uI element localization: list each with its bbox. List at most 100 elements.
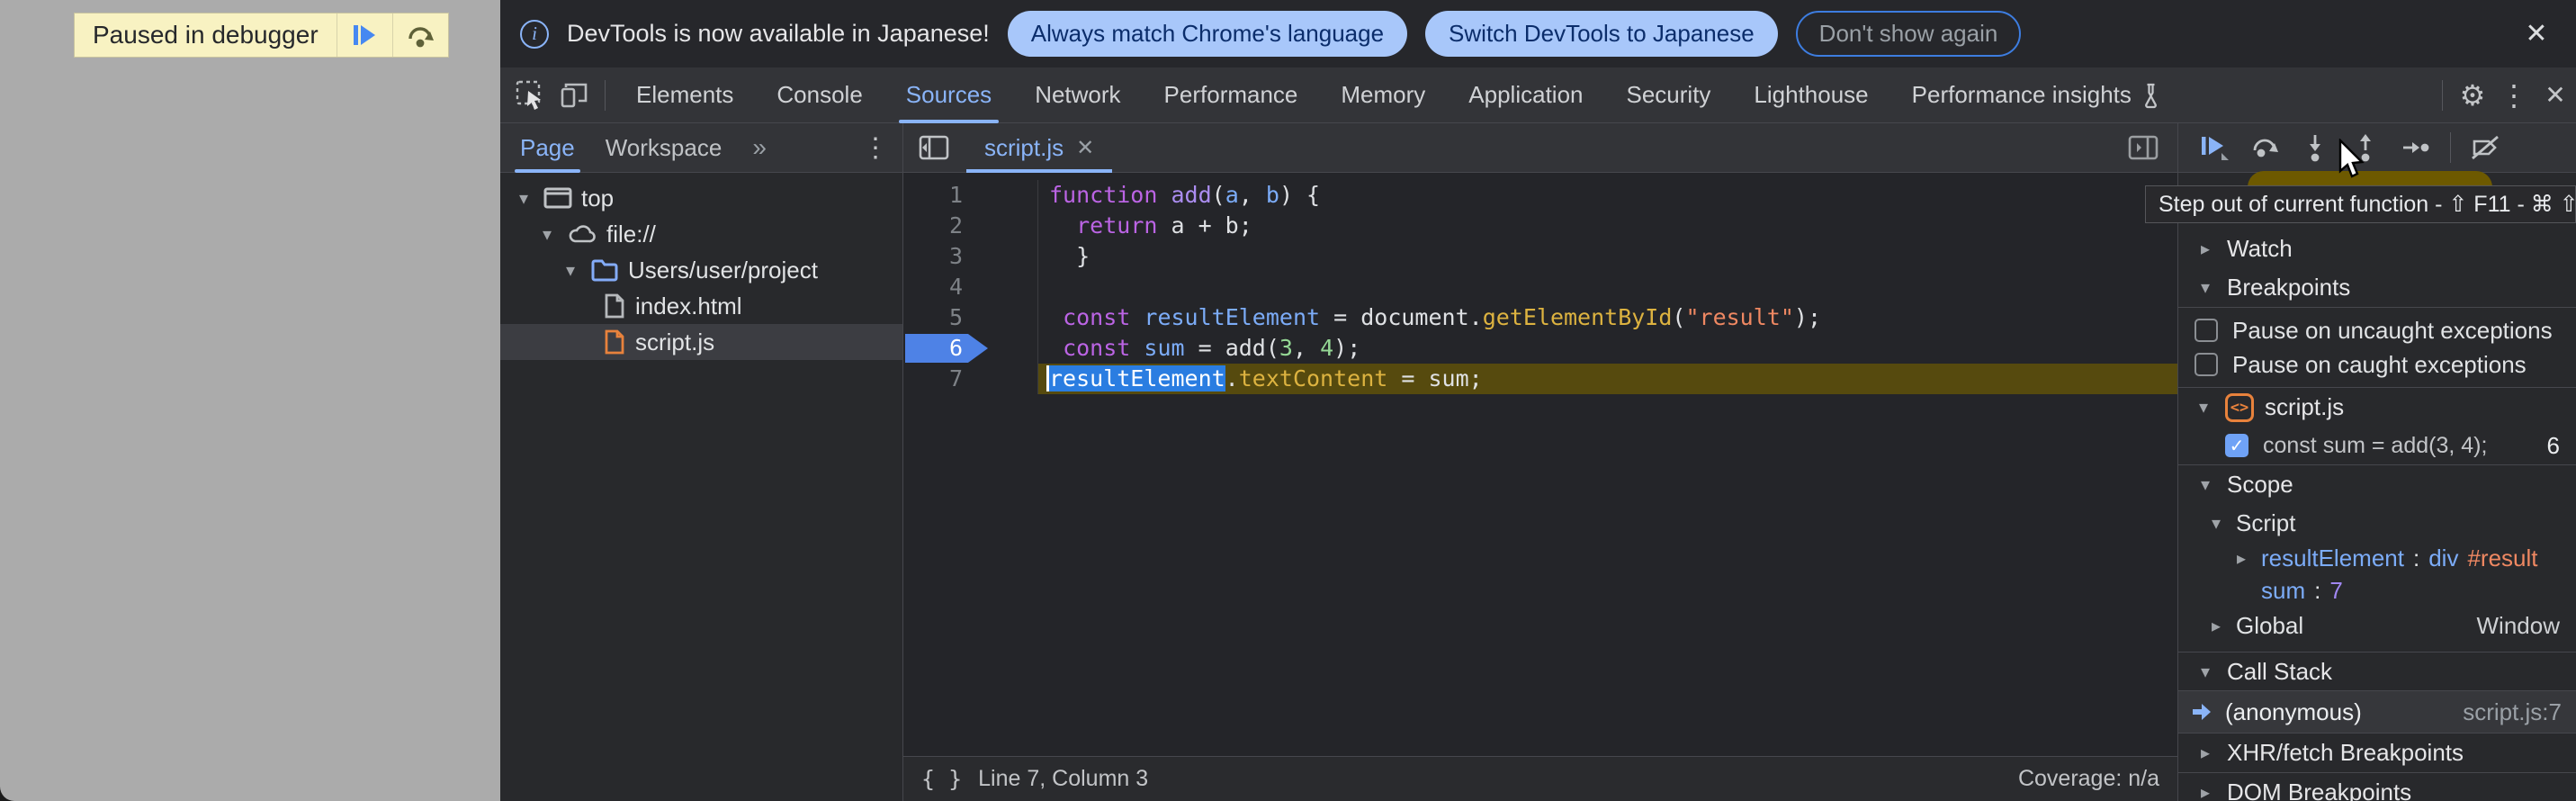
tab-performance[interactable]: Performance [1143,68,1320,123]
tab-security[interactable]: Security [1605,68,1733,123]
tree-item-index-html[interactable]: index.html [500,288,902,324]
code-line[interactable]: 5 const resultElement = document.getElem… [903,302,2177,333]
line-number[interactable]: 4 [903,272,963,302]
pause-on-caught-exceptions-row[interactable]: Pause on caught exceptions [2178,347,2576,382]
tab-page[interactable]: Page [520,123,575,173]
global-value-label: Window [2477,612,2560,640]
scope-global-group[interactable]: ▸ Global Window [2178,607,2576,644]
gutter[interactable]: 5 [903,302,1038,333]
checkbox-checked[interactable]: ✓ [2225,434,2248,457]
show-debugger-sidebar-icon[interactable] [2122,127,2165,168]
section-watch[interactable]: ▸ Watch [2178,229,2576,268]
checkbox-unchecked[interactable] [2195,319,2218,342]
tab-workspace[interactable]: Workspace [606,123,723,173]
code-token: 4 [1320,335,1333,361]
resume-script-button[interactable] [2189,127,2239,168]
code-token: ( [1672,304,1685,330]
line-number[interactable]: 2 [903,211,963,241]
section-breakpoints[interactable]: ▾ Breakpoints [2178,268,2576,308]
tab-sources[interactable]: Sources [884,68,1013,123]
scope-script-group[interactable]: ▾ Script [2178,504,2576,542]
line-number[interactable]: 5 [903,302,963,333]
breakpoint-line-number: 6 [2547,432,2560,460]
line-number[interactable]: 3 [903,241,963,272]
breakpoint-file-group[interactable]: ▾ <> script.js [2178,387,2576,427]
section-dom-breakpoints[interactable]: ▸ DOM Breakpoints [2178,772,2576,801]
navigator-menu-kebab-icon[interactable]: ⋮ [857,132,893,164]
gutter[interactable]: 3 [903,241,1038,272]
more-tabs-chevron-icon[interactable]: » [752,133,767,162]
deactivate-breakpoints-icon[interactable] [2460,127,2510,168]
step-into-button[interactable] [2290,127,2340,168]
editor-tab-strip: script.js ✕ [903,123,2177,173]
gutter[interactable]: 1 [903,180,1038,211]
tab-console[interactable]: Console [755,68,884,123]
breakpoint-entry[interactable]: ✓ const sum = add(3, 4); 6 [2178,427,2576,464]
device-toolbar-icon[interactable] [552,75,596,116]
code-token [1130,304,1144,330]
caret-down-icon: ▾ [2205,512,2227,535]
code-line[interactable]: 1function add(a, b) { [903,180,2177,211]
paused-in-debugger-banner: Paused in debugger [74,13,449,58]
code-line[interactable]: 2 return a + b; [903,211,2177,241]
tree-item-script-js[interactable]: script.js [500,324,902,360]
tree-item-file-protocol[interactable]: ▾ file:// [500,216,902,252]
close-tab-icon[interactable]: ✕ [1076,135,1094,161]
caret-right-icon: ▸ [2230,547,2252,570]
code-token: return [1076,212,1157,238]
section-xhr-breakpoints[interactable]: ▸ XHR/fetch Breakpoints [2178,733,2576,772]
code-token [1049,335,1063,361]
devtools-menu-kebab-icon[interactable]: ⋮ [2493,75,2535,116]
tree-item-project-folder[interactable]: ▾ Users/user/project [500,252,902,288]
notification-close-icon[interactable]: ✕ [2517,18,2556,50]
pause-on-uncaught-exceptions-row[interactable]: Pause on uncaught exceptions [2178,313,2576,347]
call-stack-frame-row[interactable]: (anonymous) script.js:7 [2178,691,2576,733]
gutter[interactable]: 4 [903,272,1038,302]
always-match-language-button[interactable]: Always match Chrome's language [1008,11,1407,57]
step-over-button[interactable] [2239,127,2290,168]
section-scope[interactable]: ▾ Scope [2178,464,2576,504]
inspect-element-icon[interactable] [509,75,552,116]
devtools-close-icon[interactable]: ✕ [2535,75,2576,116]
code-line[interactable]: 4 [903,272,2177,302]
scope-var-sum[interactable]: sum: 7 [2178,574,2576,607]
switch-to-japanese-button[interactable]: Switch DevTools to Japanese [1425,11,1778,57]
checkbox-unchecked[interactable] [2195,353,2218,376]
code-editor[interactable]: 1function add(a, b) {2 return a + b;3 }4… [903,173,2177,756]
pretty-print-icon[interactable]: { } [921,766,962,792]
hide-navigator-icon[interactable] [912,127,956,168]
scope-var-result-element[interactable]: ▸ resultElement: div#result [2178,542,2576,574]
gutter[interactable]: 6 [903,333,1038,364]
current-frame-arrow-icon [2191,702,2212,722]
line-number[interactable]: 6 [903,333,963,364]
debugger-sidebar: ▸ Watch ▾ Breakpoints Pause on uncaught … [2177,123,2576,801]
code-line[interactable]: 3 } [903,241,2177,272]
gutter[interactable]: 7 [903,364,1038,394]
tab-application[interactable]: Application [1447,68,1604,123]
dont-show-again-button[interactable]: Don't show again [1796,11,2022,57]
step-button[interactable] [2391,127,2441,168]
code-token: ); [1794,304,1821,330]
code-token: ) { [1279,182,1320,208]
gutter[interactable]: 2 [903,211,1038,241]
section-call-stack[interactable]: ▾ Call Stack [2178,652,2576,691]
frame-name: (anonymous) [2225,698,2362,726]
flask-icon [2141,82,2164,109]
debugger-toolbar [2178,123,2576,173]
tab-network[interactable]: Network [1013,68,1142,123]
code-line[interactable]: 7resultElement.textContent = sum; [903,364,2177,394]
main-tab-bar: Elements Console Sources Network Perform… [500,68,2576,123]
line-number[interactable]: 7 [903,364,963,394]
code-line[interactable]: 6 const sum = add(3, 4); [903,333,2177,364]
open-file-tab-script-js[interactable]: script.js ✕ [966,123,1112,173]
line-number[interactable]: 1 [903,180,963,211]
js-file-badge-icon: <> [2225,393,2254,422]
step-over-button-banner[interactable] [392,14,448,57]
settings-gear-icon[interactable]: ⚙ [2452,75,2493,116]
tab-memory[interactable]: Memory [1319,68,1447,123]
resume-script-button[interactable] [337,14,392,57]
tab-performance-insights[interactable]: Performance insights [1890,68,2186,123]
tab-elements[interactable]: Elements [615,68,755,123]
tree-item-top[interactable]: ▾ top [500,180,902,216]
tab-lighthouse[interactable]: Lighthouse [1732,68,1889,123]
